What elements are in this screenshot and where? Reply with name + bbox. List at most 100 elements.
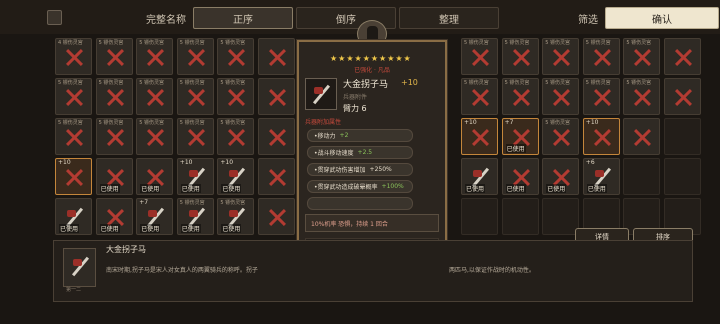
item-detail-panel: 第一二 大金拐子马 南宋时期,拐子马是宋人对女真人的两翼骑兵的称呼。拐子 两匹马… bbox=[53, 240, 693, 302]
inventory-slot[interactable]: 5 镖伤灵宫 已使用 bbox=[176, 198, 214, 235]
inventory-slot[interactable]: 5 镖伤灵宫 bbox=[582, 38, 620, 75]
inventory-slot[interactable]: 5 镖伤灵宫 bbox=[217, 38, 255, 75]
inventory-slot[interactable]: 5 镖伤灵宫 bbox=[461, 78, 498, 115]
inventory-slot[interactable] bbox=[258, 198, 295, 235]
inventory-slot[interactable]: +10 已使用 bbox=[217, 158, 255, 195]
inventory-slot[interactable] bbox=[623, 118, 661, 155]
unusable-x-icon bbox=[227, 88, 246, 107]
inventory-slot[interactable]: +6 已使用 bbox=[582, 158, 620, 195]
unusable-x-icon bbox=[227, 128, 246, 147]
slot-tag: 5 镖伤灵宫 bbox=[98, 40, 124, 46]
inventory-slot[interactable]: 4 镖伤灵宫 bbox=[55, 38, 92, 75]
inventory-slot[interactable]: 5 镖伤灵宫 bbox=[55, 78, 92, 115]
ascending-button[interactable]: 正序 bbox=[193, 7, 293, 29]
unusable-x-icon bbox=[65, 48, 84, 67]
select-all-checkbox[interactable] bbox=[47, 10, 62, 25]
bonus-row: •战斗移动速度 +2.5 bbox=[307, 146, 413, 159]
inventory-slot[interactable]: 5 镖伤灵宫 bbox=[217, 78, 255, 115]
inventory-slot[interactable]: 5 镖伤灵宫 bbox=[95, 118, 133, 155]
inventory-slot[interactable] bbox=[664, 158, 701, 195]
sort-by-label: 完整名称 bbox=[146, 14, 186, 26]
inventory-slot[interactable] bbox=[258, 78, 295, 115]
slot-tag: 5 镖伤灵宫 bbox=[179, 80, 205, 86]
inventory-slot[interactable]: 5 镖伤灵宫 已使用 bbox=[217, 198, 255, 235]
used-badge: 已使用 bbox=[99, 184, 120, 193]
unusable-x-icon bbox=[633, 88, 652, 107]
inventory-slot[interactable] bbox=[461, 198, 498, 235]
inventory-slot[interactable] bbox=[258, 38, 295, 75]
inventory-slot[interactable]: 5 镖伤灵宫 bbox=[582, 78, 620, 115]
detail-description-tail: 两匹马,以保证作战时的机动性。 bbox=[449, 267, 535, 274]
inventory-slot[interactable] bbox=[623, 158, 661, 195]
inventory-slot[interactable]: +10 bbox=[55, 158, 92, 195]
inventory-slot[interactable] bbox=[542, 198, 580, 235]
inventory-slot[interactable]: 5 镖伤灵宫 bbox=[136, 118, 174, 155]
item-quality: 已强化 · 凡品 bbox=[354, 67, 390, 74]
inventory-slot[interactable]: 已使用 bbox=[461, 158, 498, 195]
inventory-slot[interactable]: +10 bbox=[582, 118, 620, 155]
inventory-slot[interactable]: 5 镖伤灵宫 bbox=[542, 78, 580, 115]
inventory-slot[interactable]: 5 镖伤灵宫 bbox=[136, 38, 174, 75]
inventory-slot[interactable] bbox=[258, 158, 295, 195]
inventory-slot[interactable] bbox=[258, 118, 295, 155]
unusable-x-icon bbox=[227, 48, 246, 67]
slot-tag: +10 bbox=[220, 159, 234, 166]
unusable-x-icon bbox=[268, 88, 287, 107]
inventory-slot[interactable]: +7 已使用 bbox=[136, 198, 174, 235]
slot-tag: +7 bbox=[504, 119, 514, 126]
inventory-slot[interactable]: 5 镖伤灵宫 bbox=[623, 38, 661, 75]
used-badge: 已使用 bbox=[546, 184, 567, 193]
inventory-slot[interactable]: 已使用 bbox=[95, 158, 133, 195]
slot-tag: 5 镖伤灵宫 bbox=[545, 40, 570, 46]
inventory-slot[interactable]: 5 镖伤灵宫 bbox=[542, 118, 580, 155]
confirm-button[interactable]: 确认 bbox=[605, 7, 719, 29]
used-badge: 已使用 bbox=[221, 224, 242, 233]
inventory-slot[interactable]: 5 镖伤灵宫 bbox=[542, 38, 580, 75]
inventory-slot[interactable]: 5 镖伤灵宫 bbox=[501, 78, 539, 115]
unusable-x-icon bbox=[106, 88, 125, 107]
inventory-slot[interactable]: 5 镖伤灵宫 bbox=[461, 38, 498, 75]
inventory-slot[interactable]: +10 已使用 bbox=[176, 158, 214, 195]
weapon-icon bbox=[69, 255, 92, 278]
inventory-slot[interactable]: 已使用 bbox=[95, 198, 133, 235]
inventory-slot[interactable]: 5 镖伤灵宫 bbox=[95, 78, 133, 115]
inventory-slot[interactable]: 已使用 bbox=[501, 158, 539, 195]
detail-sub-label: 第一二 bbox=[66, 287, 82, 293]
unusable-x-icon bbox=[593, 128, 612, 147]
slot-tag: 5 镖伤灵宫 bbox=[139, 40, 164, 46]
inventory-slot[interactable]: 已使用 bbox=[136, 158, 174, 195]
inventory-slot[interactable] bbox=[664, 118, 701, 155]
inventory-slot[interactable] bbox=[501, 198, 539, 235]
used-badge: 已使用 bbox=[505, 184, 526, 193]
inventory-slot[interactable] bbox=[664, 78, 701, 115]
inventory-slot[interactable]: 5 镖伤灵宫 bbox=[55, 118, 92, 155]
slot-tag: 5 镖伤灵宫 bbox=[545, 120, 570, 126]
weapon-icon bbox=[310, 83, 333, 106]
bonus-row: •贯穿武功伤害增加 +250% bbox=[307, 163, 413, 176]
detail-description: 南宋时期,拐子马是宋人对女真人的两翼骑兵的称呼。拐子 bbox=[106, 267, 258, 274]
inventory-slot[interactable]: 已使用 bbox=[55, 198, 92, 235]
inventory-slot[interactable]: 5 镖伤灵宫 bbox=[176, 78, 214, 115]
item-icon bbox=[305, 78, 337, 110]
used-badge: 已使用 bbox=[180, 184, 201, 193]
star-rating: ★★★★★★★★★★ bbox=[330, 54, 412, 63]
inventory-slot[interactable]: 5 镖伤灵宫 bbox=[623, 78, 661, 115]
unusable-x-icon bbox=[268, 48, 287, 67]
unusable-x-icon bbox=[146, 48, 165, 67]
slot-tag: 5 镖伤灵宫 bbox=[58, 80, 83, 86]
slot-tag: 5 镖伤灵宫 bbox=[220, 120, 246, 126]
inventory-slot[interactable]: 5 镖伤灵宫 bbox=[501, 38, 539, 75]
inventory-slot[interactable]: 5 镖伤灵宫 bbox=[176, 38, 214, 75]
inventory-slot[interactable]: 5 镖伤灵宫 bbox=[217, 118, 255, 155]
inventory-slot[interactable]: 已使用 bbox=[542, 158, 580, 195]
unusable-x-icon bbox=[187, 48, 206, 67]
inventory-slot[interactable]: 5 镖伤灵宫 bbox=[176, 118, 214, 155]
inventory-slot[interactable] bbox=[664, 38, 701, 75]
unusable-x-icon bbox=[65, 168, 84, 187]
unusable-x-icon bbox=[65, 88, 84, 107]
inventory-slot[interactable]: +10 bbox=[461, 118, 498, 155]
inventory-slot[interactable]: +7 已使用 bbox=[501, 118, 539, 155]
inventory-slot[interactable]: 5 镖伤灵宫 bbox=[95, 38, 133, 75]
inventory-slot[interactable]: 5 镖伤灵宫 bbox=[136, 78, 174, 115]
organize-button[interactable]: 整理 bbox=[399, 7, 499, 29]
